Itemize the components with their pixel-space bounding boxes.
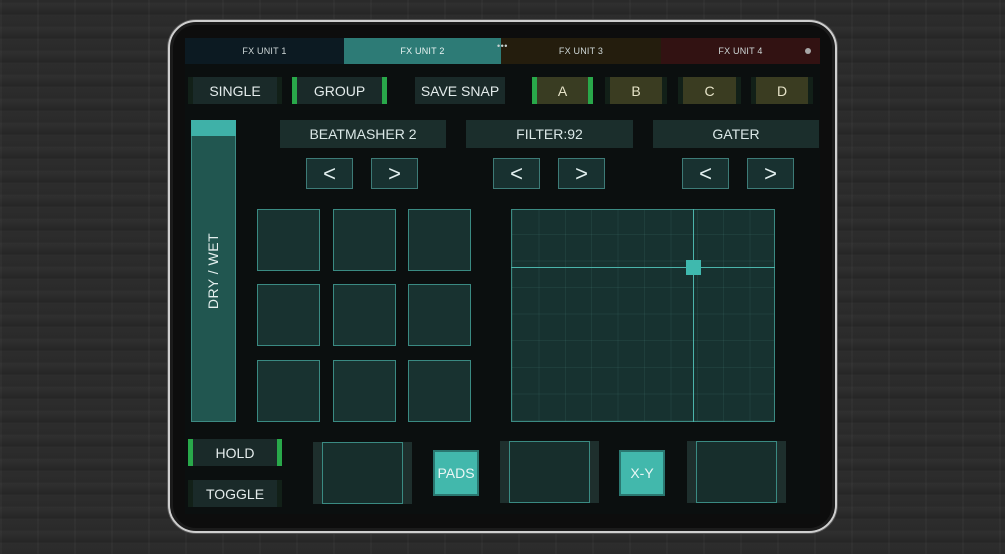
effect-3-prev-button[interactable]: < [682, 158, 729, 189]
snapshot-c-button[interactable]: C [678, 77, 741, 104]
toggle-button-label: TOGGLE [205, 485, 265, 502]
group-button-label: GROUP [313, 82, 366, 99]
save-snap-label: SAVE SNAP [420, 82, 500, 99]
dry-wet-label: DRY / WET [205, 232, 222, 310]
more-dots-icon: ••• [497, 41, 508, 51]
pad-9[interactable] [408, 360, 471, 422]
mini-slot-3[interactable] [696, 441, 777, 503]
effect-1-name: BEATMASHER 2 [280, 120, 446, 148]
pads-mode-button[interactable]: PADS [433, 450, 479, 496]
hold-button[interactable]: HOLD [188, 439, 282, 466]
chevron-left-icon: < [699, 160, 712, 186]
effect-1-prev-button[interactable]: < [306, 158, 353, 189]
xy-crosshair-vertical [693, 209, 694, 422]
pads-mode-label: PADS [437, 465, 475, 481]
snapshot-d-label: D [776, 82, 788, 99]
pad-2[interactable] [333, 209, 396, 271]
pad-5[interactable] [333, 284, 396, 346]
xy-crosshair-horizontal [511, 267, 775, 268]
effect-1-next-button[interactable]: > [371, 158, 418, 189]
xy-pad[interactable] [511, 209, 775, 422]
snapshot-d-button[interactable]: D [751, 77, 813, 104]
save-snap-button[interactable]: SAVE SNAP [415, 77, 505, 104]
effect-2-prev-button[interactable]: < [493, 158, 540, 189]
pad-8[interactable] [333, 360, 396, 422]
pad-1[interactable] [257, 209, 320, 271]
mini-slot-1[interactable] [322, 442, 403, 504]
group-button[interactable]: GROUP [292, 77, 387, 104]
chevron-left-icon: < [323, 160, 336, 186]
xy-pad-handle[interactable] [686, 260, 701, 275]
xy-mode-label: X-Y [630, 465, 654, 481]
pad-6[interactable] [408, 284, 471, 346]
pad-4[interactable] [257, 284, 320, 346]
tab-fx-unit-1[interactable]: FX UNIT 1 [185, 38, 344, 64]
controller-screen: FX UNIT 1 FX UNIT 2 FX UNIT 3 FX UNIT 4 … [185, 38, 820, 514]
status-dot-icon [805, 48, 811, 54]
single-button-label: SINGLE [209, 82, 261, 99]
toggle-button[interactable]: TOGGLE [188, 480, 282, 507]
mini-slot-2[interactable] [509, 441, 590, 503]
effect-3-next-button[interactable]: > [747, 158, 794, 189]
tab-fx-unit-4-label: FX UNIT 4 [718, 46, 763, 56]
chevron-left-icon: < [510, 160, 523, 186]
snapshot-b-label: B [631, 82, 641, 99]
pad-3[interactable] [408, 209, 471, 271]
snapshot-a-button[interactable]: A [532, 77, 593, 104]
effect-3-name: GATER [653, 120, 819, 148]
chevron-right-icon: > [764, 160, 777, 186]
hold-button-label: HOLD [215, 444, 255, 461]
snapshot-b-button[interactable]: B [605, 77, 667, 104]
snapshot-a-label: A [557, 82, 568, 99]
tab-fx-unit-4[interactable]: FX UNIT 4 [661, 38, 820, 64]
tab-fx-unit-3[interactable]: FX UNIT 3 [501, 38, 661, 64]
effect-2-next-button[interactable]: > [558, 158, 605, 189]
effect-2-name: FILTER:92 [466, 120, 633, 148]
chevron-right-icon: > [575, 160, 588, 186]
tab-fx-unit-2[interactable]: FX UNIT 2 [344, 38, 501, 64]
pad-7[interactable] [257, 360, 320, 422]
single-button[interactable]: SINGLE [188, 77, 282, 104]
chevron-right-icon: > [388, 160, 401, 186]
snapshot-c-label: C [704, 82, 715, 99]
xy-mode-button[interactable]: X-Y [619, 450, 665, 496]
dry-wet-label-wrap: DRY / WET [191, 120, 236, 422]
